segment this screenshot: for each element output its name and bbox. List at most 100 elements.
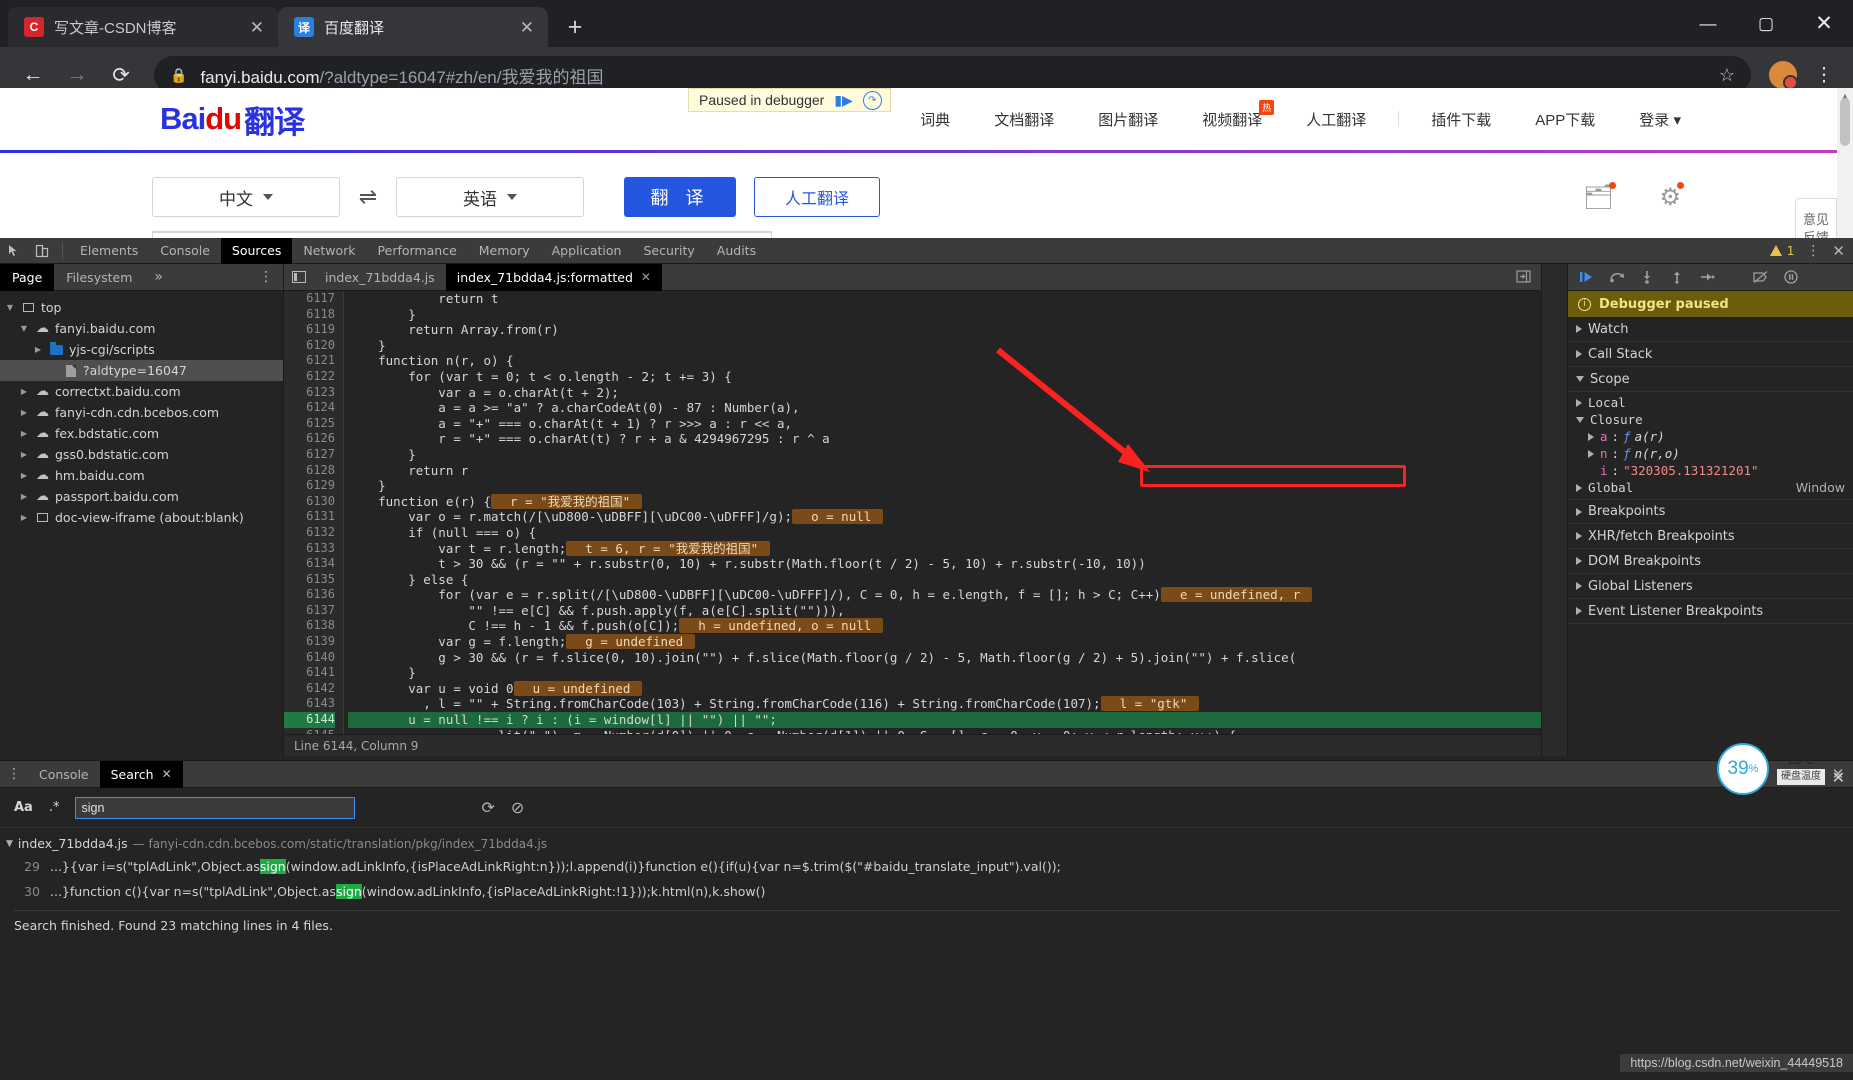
line-number[interactable]: 6139 (284, 634, 335, 650)
code-line[interactable]: r = "+" === o.charAt(t) ? r + a & 429496… (348, 431, 1541, 447)
code-line[interactable]: var a = o.charAt(t + 2); (348, 385, 1541, 401)
folder-plus-icon[interactable]: 🗂 (1583, 181, 1617, 212)
resume-icon[interactable] (1572, 264, 1602, 291)
section-global-listeners[interactable]: Global Listeners (1568, 574, 1853, 599)
code-line[interactable]: } (348, 338, 1541, 354)
editor-tab-close-icon[interactable]: ✕ (641, 270, 651, 284)
twisty-icon[interactable]: ▶ (18, 387, 30, 396)
new-tab-button[interactable]: + (558, 10, 592, 44)
scope-group-global[interactable]: Global Window (1568, 479, 1853, 496)
tree-item-yjs[interactable]: ▶ yjs-cgi/scripts (0, 339, 283, 360)
code-line[interactable]: a = "+" === o.charAt(t + 1) ? r >>> a : … (348, 416, 1541, 432)
regex-icon[interactable]: .* (49, 800, 60, 815)
line-number[interactable]: 6126 (284, 431, 335, 447)
widget-close-icon[interactable]: ✕ (1832, 768, 1845, 788)
tree-item-top[interactable]: ▼ top (0, 297, 283, 318)
line-number[interactable]: 6136 (284, 587, 335, 603)
twisty-icon[interactable]: ▼ (6, 839, 13, 849)
devtools-tab-sources[interactable]: Sources (220, 237, 293, 264)
nav-item-1[interactable]: 文档翻译 (972, 109, 1076, 130)
bookmark-star-icon[interactable]: ☆ (1719, 65, 1735, 86)
devtools-settings-icon[interactable]: ⋮ (1806, 243, 1820, 259)
twisty-icon[interactable]: ▶ (18, 450, 30, 459)
line-number[interactable]: 6144 (284, 712, 335, 728)
line-number[interactable]: 6134 (284, 556, 335, 572)
devtools-tab-elements[interactable]: Elements (69, 238, 149, 264)
section-scope[interactable]: Scope (1568, 367, 1853, 392)
code-line[interactable]: C !== h - 1 && f.push(o[C]); h = undefin… (348, 618, 1541, 634)
code-line[interactable]: } else { (348, 572, 1541, 588)
scrollbar-thumb[interactable] (1840, 98, 1850, 146)
swap-languages-icon[interactable]: ⇌ (340, 184, 396, 210)
search-result-row[interactable]: 29 ...}{var i=s("tplAdLink",Object.assig… (0, 854, 1853, 879)
code-editor[interactable]: 6117 6118 6119 6120 6121 6122 6123 6124 6125 6126… (284, 291, 1541, 734)
nav-item-login[interactable]: 登录 ▾ (1617, 109, 1703, 130)
code-line[interactable]: for (var t = 0; t < o.length - 2; t += 3… (348, 369, 1541, 385)
human-translate-button[interactable]: 人工翻译 (754, 177, 880, 217)
line-number[interactable]: 6129 (284, 478, 335, 494)
browser-tab-2[interactable]: 译 百度翻译 ✕ (278, 7, 548, 47)
line-number[interactable]: 6128 (284, 463, 335, 479)
refresh-icon[interactable]: ⟳ (481, 798, 494, 817)
line-number[interactable]: 6124 (284, 400, 335, 416)
tree-item-gss0[interactable]: ▶ ☁ gss0.bdstatic.com (0, 444, 283, 465)
navigator-menu-icon[interactable]: ⋮ (249, 269, 283, 285)
code-line[interactable]: u = null !== i ? i : (i = window[l] || "… (348, 712, 1541, 728)
section-xhr-breakpoints[interactable]: XHR/fetch Breakpoints (1568, 524, 1853, 549)
search-input[interactable] (75, 796, 356, 819)
browser-menu-icon[interactable]: ⋮ (1809, 64, 1839, 87)
code-line[interactable]: } (348, 447, 1541, 463)
code-line[interactable]: } (348, 307, 1541, 323)
editor-tab-formatted[interactable]: index_71bdda4.js:formatted ✕ (445, 263, 662, 291)
line-number[interactable]: 6127 (284, 447, 335, 463)
twisty-icon[interactable] (1588, 449, 1594, 458)
nav-item-5[interactable]: 插件下载 (1409, 109, 1513, 130)
devtools-tab-console[interactable]: Console (149, 238, 221, 264)
target-language-select[interactable]: 英语 (396, 177, 584, 217)
line-number[interactable]: 6122 (284, 369, 335, 385)
code-line[interactable]: function n(r, o) { (348, 353, 1541, 369)
code-line[interactable]: var o = r.match(/[\uD800-\uDBFF][\uDC00-… (348, 509, 1541, 525)
line-number[interactable]: 6123 (284, 385, 335, 401)
code-line[interactable]: } (348, 665, 1541, 681)
section-dom-breakpoints[interactable]: DOM Breakpoints (1568, 549, 1853, 574)
section-breakpoints[interactable]: Breakpoints (1568, 499, 1853, 524)
twisty-icon[interactable]: ▶ (18, 513, 30, 522)
minimize-icon[interactable]: — (1679, 0, 1737, 47)
match-case-icon[interactable]: Aa (14, 800, 33, 815)
maximize-icon[interactable]: ▢ (1737, 0, 1795, 47)
translate-button[interactable]: 翻 译 (624, 177, 736, 217)
scope-entry-i[interactable]: i: "320305.131321201" (1568, 462, 1853, 479)
tab-close-icon[interactable]: ✕ (520, 19, 534, 36)
close-window-icon[interactable]: ✕ (1795, 0, 1853, 47)
line-number[interactable]: 6125 (284, 416, 335, 432)
code-line[interactable]: var t = r.length; t = 6, r = "我爱我的祖国" (348, 540, 1541, 557)
line-number[interactable]: 6118 (284, 307, 335, 323)
code-content[interactable]: return t } return Array.from(r) } functi… (344, 291, 1541, 734)
line-number[interactable]: 6133 (284, 541, 335, 557)
devtools-tab-performance[interactable]: Performance (367, 238, 468, 264)
step-over-icon[interactable] (1602, 264, 1632, 291)
device-toggle-icon[interactable] (28, 238, 56, 264)
code-line[interactable]: return t (348, 291, 1541, 307)
scope-group-closure[interactable]: Closure (1568, 411, 1853, 428)
twisty-icon[interactable] (1576, 398, 1582, 407)
line-number[interactable]: 6137 (284, 603, 335, 619)
step-out-icon[interactable] (1662, 264, 1692, 291)
tree-item-fex[interactable]: ▶ ☁ fex.bdstatic.com (0, 423, 283, 444)
deactivate-breakpoints-icon[interactable] (1746, 264, 1776, 291)
cursor-inspect-icon[interactable] (0, 238, 28, 264)
source-language-select[interactable]: 中文 (152, 177, 340, 217)
devtools-tab-memory[interactable]: Memory (468, 238, 541, 264)
editor-tab-raw[interactable]: index_71bdda4.js (314, 264, 446, 291)
twisty-icon[interactable]: ▶ (32, 345, 44, 354)
tree-item-passport[interactable]: ▶ ☁ passport.baidu.com (0, 486, 283, 507)
more-tabs-icon[interactable]: » (144, 269, 173, 285)
line-number[interactable]: 6121 (284, 353, 335, 369)
tree-item-doc-view-iframe[interactable]: ▶ doc-view-iframe (about:blank) (0, 507, 283, 528)
tab-close-icon[interactable]: ✕ (250, 19, 264, 36)
step-into-icon[interactable] (1632, 264, 1662, 291)
code-line[interactable]: , l = "" + String.fromCharCode(103) + St… (348, 696, 1541, 712)
code-line[interactable]: a = a >= "a" ? a.charCodeAt(0) - 87 : Nu… (348, 400, 1541, 416)
section-event-listener-breakpoints[interactable]: Event Listener Breakpoints (1568, 599, 1853, 624)
